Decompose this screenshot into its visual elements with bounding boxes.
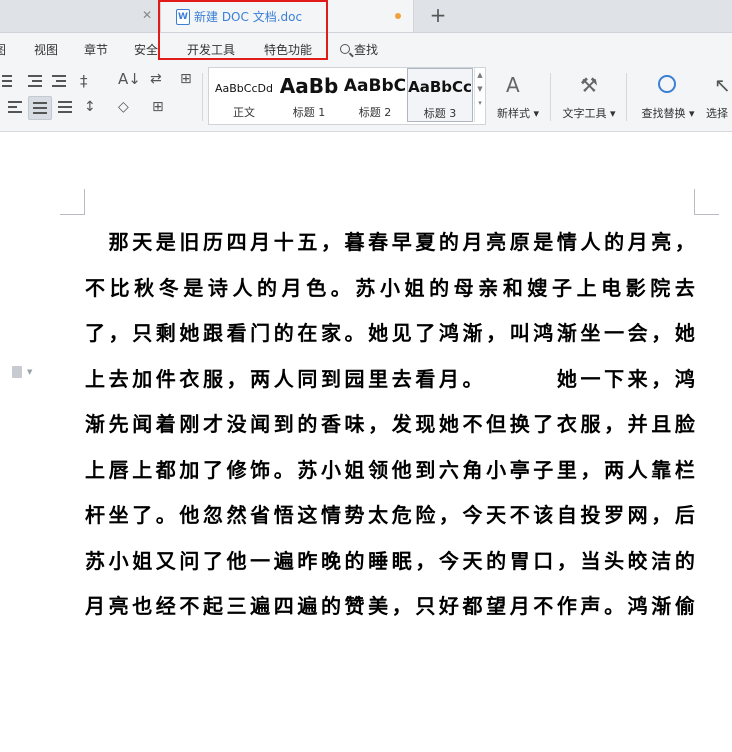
ribbon-divider [202, 73, 203, 121]
text-tools-button[interactable]: ⚒ 文字工具 ▾ [558, 67, 620, 127]
text-line: 苏小姐又问了他一遍昨晚的睡眠，今天的胃口，当头皎洁的 [85, 548, 695, 573]
text-tools-label: 文字工具 ▾ [562, 107, 616, 120]
word-doc-icon: W [176, 9, 190, 25]
menu-item-partial[interactable]: 图 [0, 41, 6, 58]
document-canvas[interactable]: ▼ 那天是旧历四月十五，暮春早夏的月亮原是情人的月亮， 不比秋冬是诗人的月色。苏… [0, 132, 732, 636]
scroll-down-icon[interactable]: ▼ [475, 85, 485, 93]
menu-item-special-features[interactable]: 特色功能 [264, 41, 312, 58]
menu-item-developer-tools[interactable]: 开发工具 [187, 41, 235, 58]
page-corner-mark-top-left [60, 189, 85, 215]
show-marks-icon[interactable]: ⇄ [150, 71, 162, 87]
style-heading-3-preview: AaBbCc [408, 78, 472, 96]
paragraph-marker-icon[interactable] [12, 366, 22, 378]
sort-icon[interactable]: A↓ [118, 71, 141, 87]
chevron-down-icon[interactable]: ▼ [27, 368, 32, 376]
borders-icon[interactable]: ⊞ [152, 99, 164, 115]
scroll-up-icon[interactable]: ▲ [475, 71, 485, 79]
ribbon-divider [626, 73, 627, 121]
wrench-icon: ⚒ [580, 73, 598, 97]
text-tools-text: 文字工具 [562, 107, 607, 120]
style-normal-label: 正文 [233, 106, 255, 119]
expand-gallery-icon[interactable]: ▾ [475, 99, 485, 107]
watermark-logo [560, 702, 720, 752]
select-button[interactable]: ↖ 选择 [704, 67, 732, 127]
text-line: 上唇上都加了修饰。苏小姐领他到六角小亭子里，两人靠栏 [85, 457, 695, 482]
new-style-label: 新样式 ▾ [496, 107, 540, 120]
close-icon[interactable]: ✕ [140, 8, 154, 22]
document-tab-title: 新建 DOC 文档.doc [194, 10, 303, 24]
ribbon-divider [550, 73, 551, 121]
menu-item-security[interactable]: 安全 [134, 41, 158, 58]
find-replace-label: 查找替换 ▾ [641, 107, 695, 120]
menu-item-chapter[interactable]: 章节 [84, 41, 108, 58]
text-line: 上去加件衣服，两人同到园里去看月。 她一下来，鸿 [85, 366, 695, 391]
menu-bar: 图 视图 章节 安全 开发工具 特色功能 查找 [0, 33, 732, 63]
justify-button[interactable] [28, 96, 52, 120]
new-tab-button[interactable]: + [428, 4, 448, 26]
text-line: 了，只剩她跟看门的在家。她见了鸿渐，叫鸿渐坐一会，她 [85, 321, 695, 345]
style-heading-3[interactable]: AaBbCc 标题 3 [407, 68, 473, 122]
tab-divider [158, 8, 159, 24]
magnifier-icon [658, 75, 676, 93]
style-heading-1-label: 标题 1 [292, 106, 326, 119]
style-heading-2-label: 标题 2 [358, 106, 392, 119]
document-body-text[interactable]: 那天是旧历四月十五，暮春早夏的月亮原是情人的月亮， 不比秋冬是诗人的月色。苏小姐… [85, 220, 695, 630]
title-tab-bar: ✕ W 新建 DOC 文档.doc + [0, 0, 732, 33]
search-menu-label: 查找 [354, 43, 379, 57]
style-heading-2[interactable]: AaBbC 标题 2 [343, 68, 407, 122]
style-heading-1-preview: AaBb [279, 74, 339, 98]
shading-icon[interactable]: ◇ [118, 99, 129, 115]
line-spacing-icon[interactable]: ‡ [80, 73, 88, 89]
new-style-button[interactable]: A 新样式 ▾ [492, 67, 544, 127]
style-gallery: AaBbCcDd 正文 AaBb 标题 1 AaBbC 标题 2 AaBbCc … [208, 67, 486, 125]
paragraph-settings-icon[interactable]: ⊞ [180, 71, 192, 87]
cursor-arrow-icon: ↖ [714, 73, 731, 97]
new-style-icon: A [506, 73, 520, 97]
find-replace-button[interactable]: 查找替换 ▾ [636, 67, 700, 127]
menu-item-view[interactable]: 视图 [34, 41, 58, 58]
new-style-text: 新样式 [496, 107, 530, 120]
style-heading-1[interactable]: AaBb 标题 1 [277, 68, 341, 122]
style-normal[interactable]: AaBbCcDd 正文 [211, 68, 277, 122]
text-line: 不比秋冬是诗人的月色。苏小姐的母亲和嫂子上电影院去 [85, 275, 695, 300]
style-heading-3-label: 标题 3 [423, 107, 457, 120]
increase-indent-icon[interactable] [52, 75, 66, 87]
document-tab[interactable]: W 新建 DOC 文档.doc [160, 0, 414, 32]
page-corner-mark-top-right [694, 189, 719, 215]
find-replace-text: 查找替换 [641, 107, 686, 120]
ribbon-toolbar: ‡ A↓ ⇄ ⊞ ↕ ◇ ⊞ AaBbCcDd 正文 AaBb 标题 1 AaB… [0, 63, 732, 132]
select-label: 选择 [706, 107, 728, 120]
line-height-icon[interactable]: ↕ [84, 99, 96, 115]
decrease-indent-icon[interactable] [28, 75, 42, 87]
distributed-align-icon[interactable] [58, 101, 72, 113]
align-left-icon[interactable] [8, 101, 22, 113]
justify-icon [33, 102, 47, 114]
menu-item-search[interactable]: 查找 [340, 41, 378, 58]
style-normal-preview: AaBbCcDd [215, 82, 273, 95]
style-heading-2-preview: AaBbC [343, 76, 407, 96]
search-icon [340, 44, 350, 54]
text-line: 渐先闻着刚才没闻到的香味，发现她不但换了衣服，并且脸 [85, 412, 695, 436]
text-line: 杆坐了。他忽然省悟这情势太危险，今天不该自投罗网，后 [85, 503, 695, 527]
text-line: 那天是旧历四月十五，暮春早夏的月亮原是情人的月亮， [108, 230, 695, 254]
text-line: 月亮也经不起三遍四遍的赞美，只好都望月不作声。鸿渐偷 [85, 594, 695, 618]
unsaved-indicator-icon [395, 13, 401, 19]
bullet-list-icon[interactable] [2, 75, 16, 87]
style-gallery-scroll[interactable]: ▲ ▼ ▾ [474, 68, 485, 122]
